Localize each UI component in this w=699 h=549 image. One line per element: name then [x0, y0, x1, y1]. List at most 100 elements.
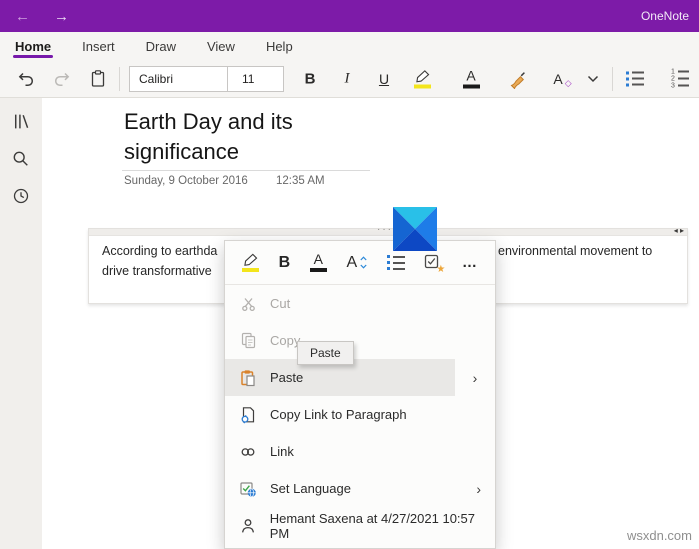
ribbon-separator: [119, 67, 120, 91]
tab-home[interactable]: Home: [13, 32, 53, 60]
page-title[interactable]: Earth Day and its significance: [124, 107, 293, 167]
page-time[interactable]: 12:35 AM: [276, 175, 325, 187]
note-text-line2[interactable]: drive transformative: [102, 264, 212, 278]
page-date[interactable]: Sunday, 9 October 2016: [124, 175, 248, 187]
bold-icon: B: [279, 254, 291, 272]
person-icon: [239, 517, 257, 535]
copy-link-paragraph-icon: [239, 406, 257, 424]
bold-icon: B: [305, 70, 316, 87]
menu-item-label: Copy: [270, 333, 300, 348]
left-sidebar: [0, 98, 42, 549]
scissors-icon: [240, 296, 257, 312]
note-text-line1-left[interactable]: According to earthda: [102, 244, 217, 258]
undo-icon: [16, 69, 36, 89]
underline-icon: U: [379, 71, 389, 87]
styles-button[interactable]: A ◇: [544, 71, 572, 87]
menu-item-copy: Copy: [225, 322, 495, 359]
menu-item-label: Paste: [270, 370, 303, 385]
forward-arrow-icon[interactable]: →: [54, 9, 69, 24]
menu-item-link[interactable]: Link: [225, 433, 495, 470]
ribbon-toolbar: Calibri 11 B I U A: [0, 60, 699, 98]
onenote-window: ← → OneNote Home Insert Draw View Help: [0, 0, 699, 549]
highlighter-icon: [243, 253, 258, 266]
page-title-line2: significance: [124, 137, 293, 167]
ribbon-separator: [612, 67, 613, 91]
link-icon: [239, 445, 257, 459]
more-options-button[interactable]: …: [462, 254, 478, 271]
title-separator: [122, 170, 370, 171]
clock-icon: [11, 186, 31, 206]
font-size-carets-icon: [360, 256, 367, 269]
menu-item-label: Set Language: [270, 481, 351, 496]
menu-item-label: Cut: [270, 296, 290, 311]
tab-view[interactable]: View: [205, 32, 237, 60]
paste-button-ribbon[interactable]: [86, 69, 110, 89]
chevron-down-icon: [587, 75, 599, 83]
numbered-list-button[interactable]: 1 2 3: [667, 69, 693, 88]
bullet-list-icon: [387, 255, 405, 270]
font-size-select[interactable]: 11: [227, 67, 283, 91]
highlighter-button-mini[interactable]: [242, 253, 259, 272]
font-color-button-mini[interactable]: A: [310, 253, 327, 272]
context-mini-toolbar: B A A: [225, 241, 495, 285]
menu-item-label: Link: [270, 444, 294, 459]
back-arrow-icon[interactable]: ←: [15, 9, 30, 24]
highlighter-button[interactable]: [409, 69, 435, 88]
todo-tag-icon: ★: [424, 254, 442, 272]
notebooks-button[interactable]: [11, 111, 32, 132]
font-color-icon: A: [314, 253, 323, 266]
paste-icon: [239, 369, 257, 387]
copy-icon: [240, 332, 257, 349]
paste-submenu-arrow[interactable]: ›: [455, 359, 495, 396]
menu-item-label: Hemant Saxena at 4/27/2021 10:57 PM: [270, 511, 495, 541]
menu-item-label: Copy Link to Paragraph: [270, 407, 407, 422]
tab-help[interactable]: Help: [264, 32, 295, 60]
menu-bar: Home Insert Draw View Help: [0, 32, 699, 60]
resize-handle-icon[interactable]: ◂ ▸: [674, 226, 684, 235]
watermark: wsxdn.com: [627, 528, 692, 543]
format-painter-button[interactable]: [505, 69, 531, 89]
title-bar: ← → OneNote: [0, 0, 699, 32]
bullet-list-button[interactable]: [622, 71, 648, 86]
menu-item-copy-link-to-paragraph[interactable]: Copy Link to Paragraph: [225, 396, 495, 433]
menu-item-paste[interactable]: Paste ›: [225, 359, 495, 396]
highlighter-icon: [414, 69, 431, 88]
redo-icon: [52, 69, 72, 89]
note-text-line1-right[interactable]: environmental movement to: [498, 244, 652, 258]
page-title-line1: Earth Day and its: [124, 107, 293, 137]
selection-cursor-icon: [393, 207, 437, 251]
undo-button[interactable]: [14, 69, 38, 89]
tab-draw[interactable]: Draw: [144, 32, 178, 60]
font-size-icon: A: [346, 256, 357, 269]
more-formatting-button[interactable]: [583, 75, 603, 83]
search-button[interactable]: [11, 149, 31, 169]
tab-insert[interactable]: Insert: [80, 32, 117, 60]
format-painter-icon: [508, 69, 528, 89]
recent-notes-button[interactable]: [11, 186, 31, 206]
italic-icon: I: [345, 70, 350, 87]
submenu-arrow-icon: ›: [476, 481, 481, 497]
bold-button-mini[interactable]: B: [279, 254, 291, 272]
notebooks-icon: [11, 111, 32, 132]
set-language-icon: [239, 480, 257, 498]
menu-item-set-language[interactable]: Set Language ›: [225, 470, 495, 507]
context-menu: B A A: [224, 240, 496, 549]
app-title: OneNote: [641, 9, 689, 23]
italic-button[interactable]: I: [336, 70, 358, 87]
underline-button[interactable]: U: [373, 71, 395, 87]
redo-button[interactable]: [50, 69, 74, 89]
bold-button[interactable]: B: [299, 70, 321, 87]
font-color-icon: A: [463, 69, 480, 88]
font-size-button-mini[interactable]: A: [346, 256, 367, 269]
numbered-list-icon: 1 2 3: [671, 69, 689, 88]
submenu-arrow-icon: ›: [473, 370, 478, 386]
font-controls: Calibri 11: [129, 66, 284, 92]
clear-formatting-icon: A ◇: [553, 71, 562, 87]
bullet-list-icon: [626, 71, 644, 86]
menu-item-author-info[interactable]: Hemant Saxena at 4/27/2021 10:57 PM: [225, 507, 495, 544]
font-color-button[interactable]: A: [458, 69, 484, 88]
tag-button-mini[interactable]: ★: [424, 254, 442, 272]
bullet-list-button-mini[interactable]: [387, 255, 405, 270]
font-name-select[interactable]: Calibri: [130, 67, 227, 91]
paste-tooltip: Paste: [297, 341, 354, 365]
